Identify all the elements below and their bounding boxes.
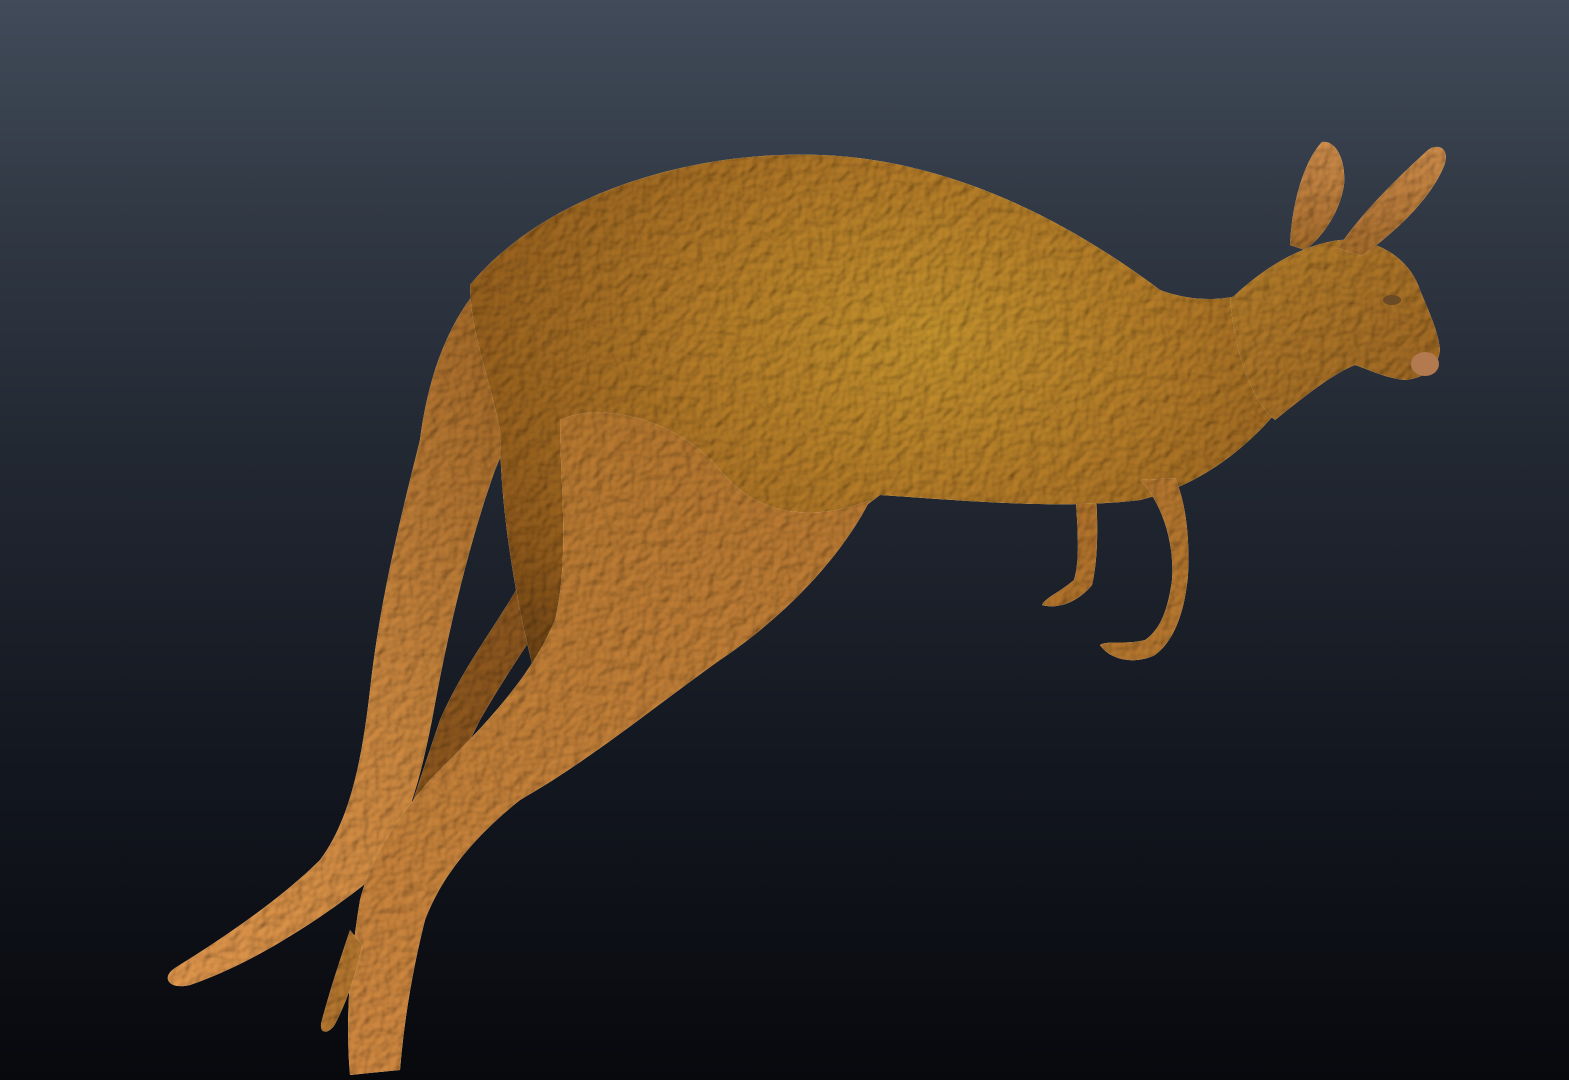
- head: [1230, 239, 1440, 420]
- eye: [1383, 295, 1401, 305]
- far-foreleg: [1042, 490, 1098, 607]
- right-ear: [1338, 146, 1446, 256]
- left-ear: [1290, 141, 1345, 250]
- kangaroo-model[interactable]: [0, 0, 1569, 1080]
- 3d-viewport[interactable]: [0, 0, 1569, 1080]
- nose: [1411, 352, 1439, 376]
- near-foreleg: [1100, 478, 1189, 661]
